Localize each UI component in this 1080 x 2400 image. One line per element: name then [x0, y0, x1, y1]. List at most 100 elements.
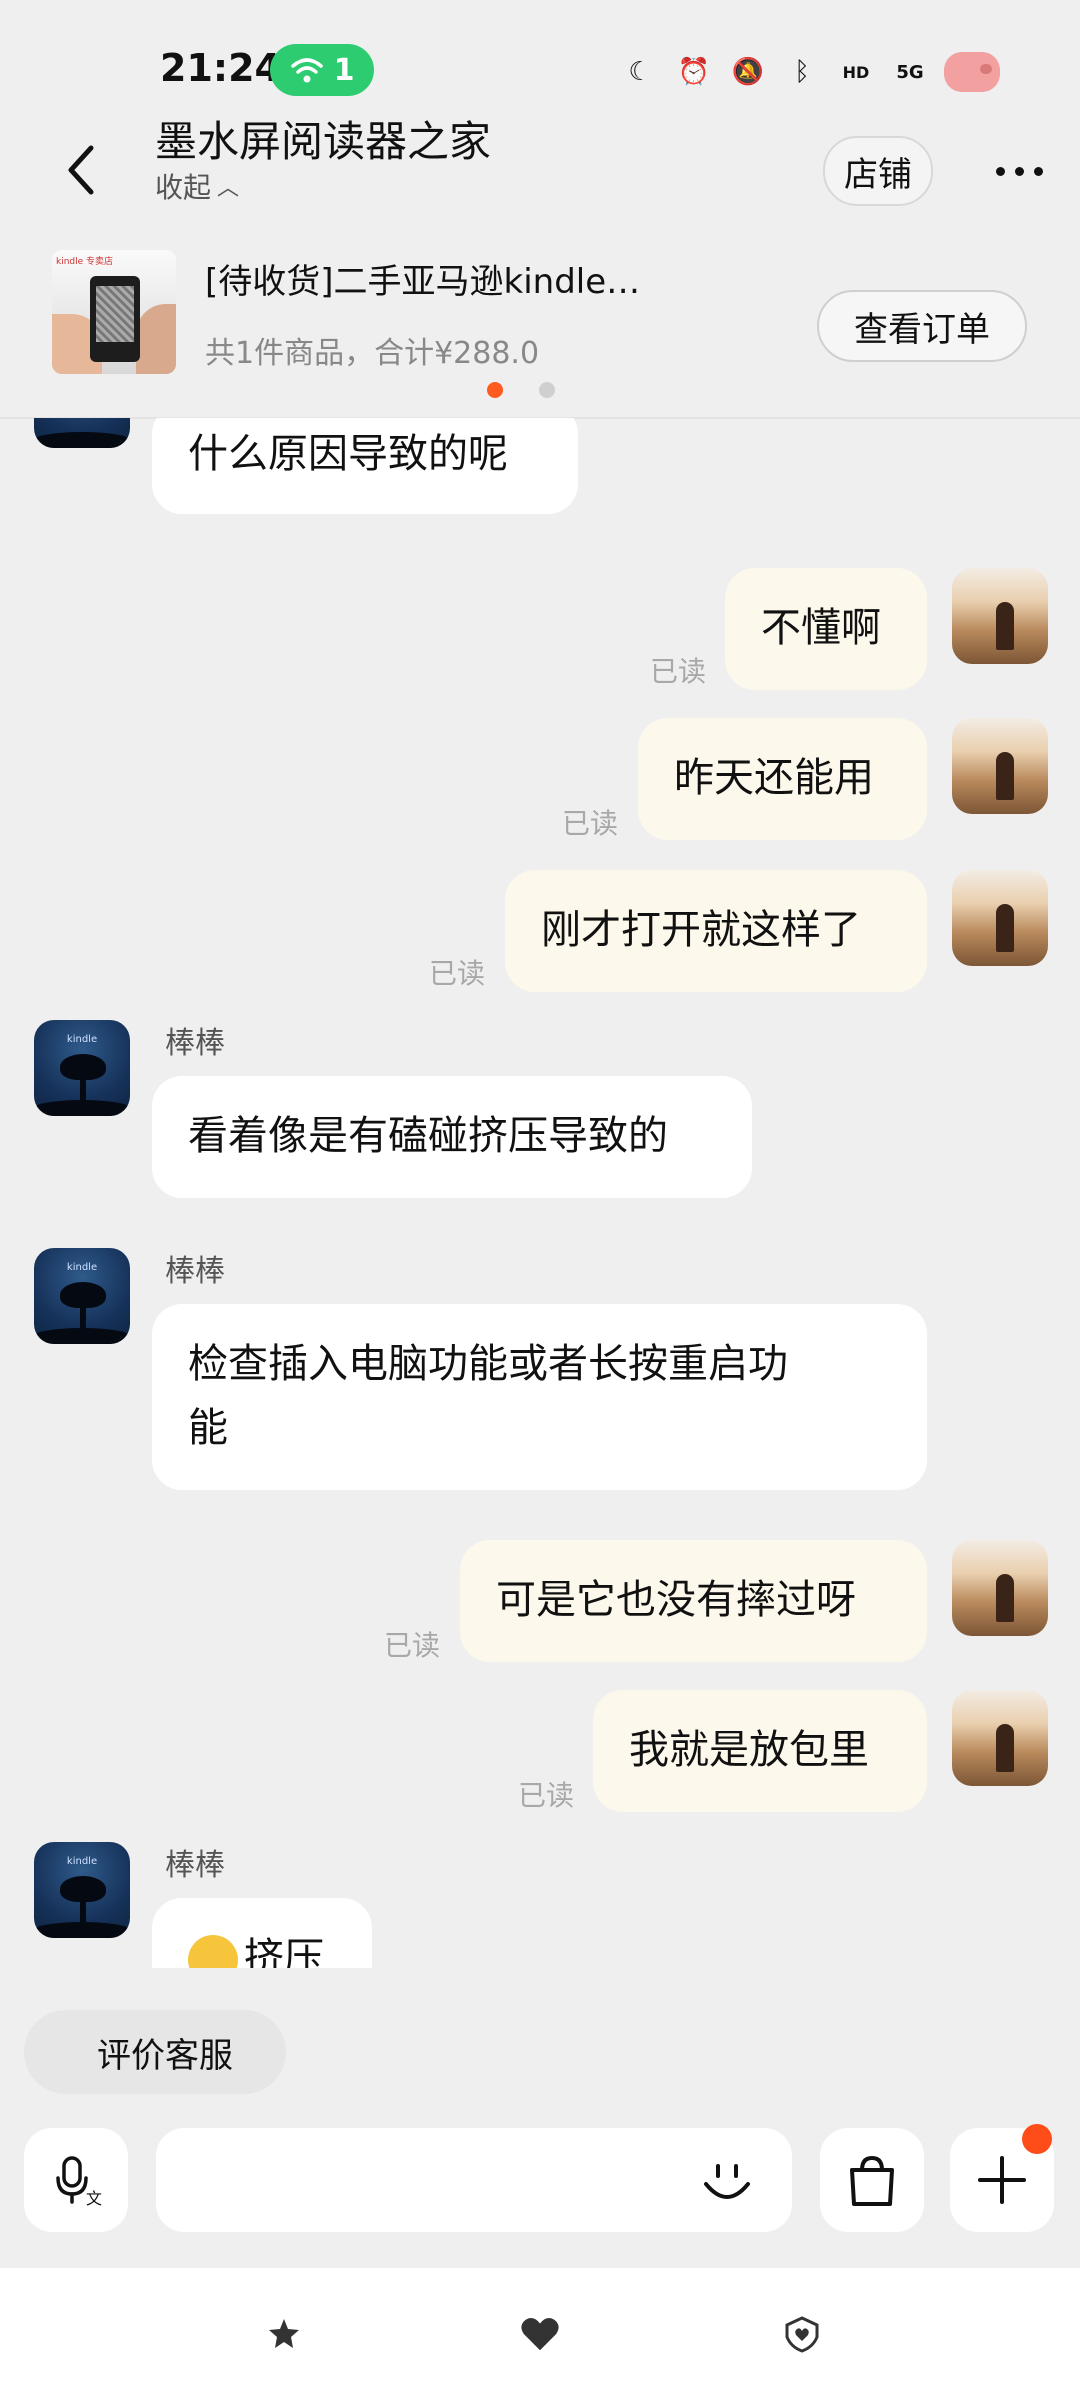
seller-avatar[interactable]: kindle	[34, 1020, 130, 1116]
avatar-ground	[34, 1100, 130, 1116]
notification-dot	[1022, 2124, 1052, 2154]
tree-trunk	[80, 1304, 86, 1328]
status-icons: ☾ ⏰ 🔕 ᛒ HD 5G	[620, 48, 1000, 96]
seller-avatar[interactable]: kindle	[34, 1248, 130, 1344]
battery-pig-icon	[944, 52, 1000, 92]
emoji-button[interactable]	[698, 2152, 756, 2210]
status-time: 21:24	[160, 46, 281, 90]
sender-name: 棒棒	[165, 1026, 225, 1061]
view-order-button[interactable]: 查看订单	[817, 290, 1027, 362]
message-bubble-outgoing[interactable]: 昨天还能用	[638, 718, 927, 840]
message-bubble-incoming[interactable]: 检查插入电脑功能或者长按重启功 能	[152, 1304, 927, 1490]
avatar-brand-text: kindle	[66, 1856, 98, 1867]
microphone-icon: 文	[56, 2156, 102, 2208]
heart-shape	[521, 2318, 559, 2351]
message-line: 能	[188, 1405, 228, 1451]
signal-5g-icon: 5G	[896, 61, 924, 83]
my-avatar[interactable]	[952, 870, 1048, 966]
shield-heart-icon[interactable]	[782, 2314, 822, 2354]
star-icon[interactable]	[264, 2314, 304, 2354]
carousel-dots	[487, 382, 555, 398]
dot-icon	[1014, 166, 1024, 176]
avatar-figure	[996, 1574, 1014, 1622]
shield-heart-shape	[785, 2316, 819, 2353]
more-options-button[interactable]	[984, 156, 1054, 186]
tree-trunk	[80, 1898, 86, 1922]
mute-icon: 🔕	[731, 57, 765, 87]
message-bubble-incoming[interactable]: 看着像是有磕碰挤压导致的	[152, 1076, 752, 1198]
avatar-figure	[996, 904, 1014, 952]
avatar-figure	[996, 602, 1014, 650]
carousel-dot-active	[487, 382, 503, 398]
shopping-bag-icon	[850, 2155, 894, 2206]
sender-name: 棒棒	[165, 1848, 225, 1883]
chevron-left-icon	[68, 145, 94, 195]
tree-trunk	[80, 1076, 86, 1100]
carousel-dot	[539, 382, 555, 398]
avatar-ground	[34, 432, 130, 448]
dot-icon	[1033, 166, 1043, 176]
message-bubble-outgoing[interactable]: 不懂啊	[725, 568, 927, 690]
collapse-toggle[interactable]: 收起 ︿	[155, 166, 239, 206]
store-button[interactable]: 店铺	[823, 136, 933, 206]
alarm-icon: ⏰	[677, 57, 711, 87]
kindle-device-image	[90, 276, 140, 362]
smile-icon	[704, 2164, 750, 2199]
read-receipt: 已读	[429, 957, 486, 990]
seller-avatar[interactable]: kindle	[34, 1842, 130, 1938]
message-bubble-outgoing[interactable]: 可是它也没有摔过呀	[460, 1540, 927, 1662]
emoji-icon	[188, 1935, 238, 1968]
heart-icon[interactable]	[520, 2314, 560, 2354]
avatar-ground	[34, 1328, 130, 1344]
read-receipt: 已读	[650, 655, 707, 688]
message-input[interactable]	[156, 2128, 792, 2232]
dot-icon	[995, 166, 1005, 176]
bottom-nav	[0, 2268, 1080, 2400]
message-bubble-outgoing[interactable]: 我就是放包里	[593, 1690, 927, 1812]
sender-name: 棒棒	[165, 1254, 225, 1289]
wifi-icon	[290, 58, 323, 83]
avatar-figure	[996, 752, 1014, 800]
order-card[interactable]: kindle 专卖店 [待收货]二手亚马逊kindle… 共1件商品，合计¥28…	[0, 232, 1080, 419]
message-line: 检查插入电脑功能或者长按重启功	[188, 1341, 788, 1387]
seller-avatar[interactable]	[34, 418, 130, 448]
star-shape	[269, 2319, 299, 2348]
plus-icon	[978, 2156, 1026, 2204]
message-bubble-incoming[interactable]: 挤压	[152, 1898, 372, 1968]
message-list[interactable]: 什么原因导致的呢 已读 不懂啊 已读 昨天还能用 已读 刚才打开就这样了 kin…	[0, 418, 1080, 1968]
svg-text:文: 文	[86, 2189, 102, 2208]
avatar-figure	[996, 1724, 1014, 1772]
avatar-ground	[34, 1922, 130, 1938]
my-avatar[interactable]	[952, 1540, 1048, 1636]
my-avatar[interactable]	[952, 568, 1048, 664]
thumbnail-caption: kindle 专卖店	[56, 257, 114, 267]
shop-title: 墨水屏阅读器之家	[155, 117, 492, 166]
chevron-up-icon: ︿	[217, 176, 240, 201]
bluetooth-icon: ᛒ	[794, 57, 810, 87]
voice-input-button[interactable]: 文	[24, 2128, 128, 2232]
hand-shape	[136, 304, 176, 374]
product-thumbnail[interactable]: kindle 专卖店	[52, 250, 176, 374]
read-receipt: 已读	[518, 1779, 575, 1812]
order-summary: 共1件商品，合计¥288.0	[205, 336, 540, 371]
my-avatar[interactable]	[952, 718, 1048, 814]
read-receipt: 已读	[562, 807, 619, 840]
message-bubble-outgoing[interactable]: 刚才打开就这样了	[505, 870, 927, 992]
back-button[interactable]	[56, 140, 106, 200]
order-title[interactable]: [待收货]二手亚马逊kindle…	[205, 254, 685, 303]
shopping-bag-button[interactable]	[820, 2128, 924, 2232]
my-avatar[interactable]	[952, 1690, 1048, 1786]
collapse-label: 收起	[155, 171, 212, 204]
read-receipt: 已读	[384, 1629, 441, 1662]
avatar-brand-text: kindle	[66, 1034, 98, 1045]
message-text: 挤压	[244, 1935, 324, 1968]
moon-icon: ☾	[628, 57, 652, 87]
rate-service-chip[interactable]: 评价客服	[24, 2010, 286, 2094]
hd-icon: HD	[842, 62, 870, 82]
input-bar: 文	[0, 2128, 1080, 2238]
wifi-hotspot-badge[interactable]: 1	[270, 44, 374, 96]
wifi-badge-count: 1	[333, 52, 355, 88]
avatar-brand-text: kindle	[66, 1262, 98, 1273]
chat-header: 墨水屏阅读器之家 收起 ︿ 店铺	[0, 100, 1080, 230]
message-bubble-incoming[interactable]: 什么原因导致的呢	[152, 418, 578, 514]
